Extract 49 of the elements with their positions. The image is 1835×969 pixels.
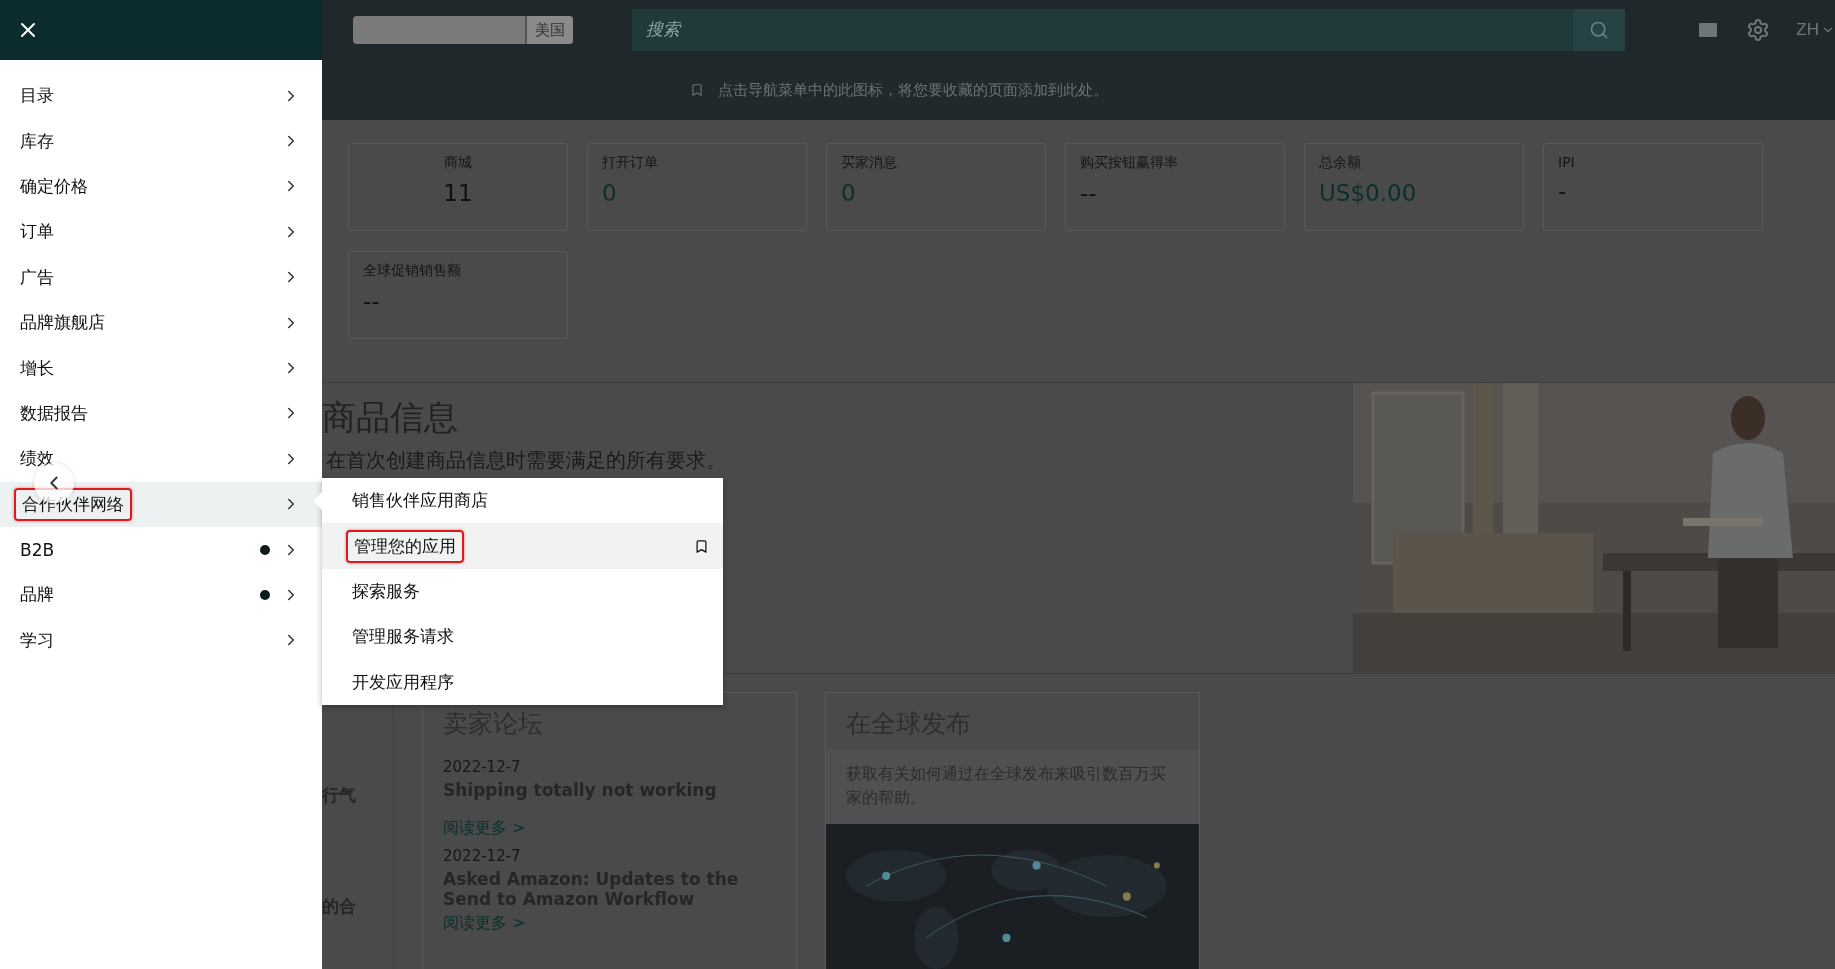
menu-label: 确定价格 <box>19 174 89 198</box>
search-field[interactable]: 搜索 <box>632 9 1573 51</box>
menu-item[interactable]: 订单 <box>0 209 322 255</box>
menu-label: 品牌 <box>19 583 55 607</box>
menu-item[interactable]: B2B <box>0 526 322 573</box>
menu-item[interactable]: 品牌 <box>0 572 322 618</box>
submenu-item[interactable]: 开发应用程序 <box>322 659 723 705</box>
menu-item[interactable]: 库存 <box>0 118 322 164</box>
menu-item[interactable]: 数据报告 <box>0 390 322 437</box>
menu-label: B2B <box>19 538 56 562</box>
menu-label: 库存 <box>19 129 55 153</box>
search-icon <box>1589 20 1609 40</box>
menu-label: 数据报告 <box>19 401 89 425</box>
submenu-label: 开发应用程序 <box>351 670 455 694</box>
menu-item[interactable]: 确定价格 <box>0 163 322 210</box>
settings-icon[interactable] <box>1746 18 1771 42</box>
bookmark-icon[interactable] <box>694 538 709 554</box>
metric-value: -- <box>363 288 380 314</box>
marketplace-select[interactable]: 美国 <box>353 16 573 44</box>
menu-label: 目录 <box>19 84 55 108</box>
highlighted-label: 管理您的应用 <box>346 529 464 563</box>
menu-label: 学习 <box>19 628 55 652</box>
banner-text: 点击导航菜单中的此图标，将您要收藏的页面添加到此处。 <box>718 80 1108 100</box>
menu-label: 广告 <box>19 265 55 289</box>
menu-item[interactable]: 增长 <box>0 345 322 391</box>
menu-label: 订单 <box>19 220 55 244</box>
metric-value: 11 <box>443 180 473 206</box>
metric-value: -- <box>1080 180 1097 206</box>
metric-value: - <box>1558 178 1567 204</box>
submenu-item[interactable]: 管理服务请求 <box>322 614 723 660</box>
menu-item[interactable]: 绩效 <box>0 436 322 482</box>
menu-item[interactable]: 合作伙伴网络 <box>0 481 322 527</box>
menu-label: 品牌旗舰店 <box>19 311 106 335</box>
submenu-item[interactable]: 销售伙伴应用商店 <box>322 478 723 524</box>
metric-value: 0 <box>841 180 856 206</box>
menu-item[interactable]: 目录 <box>0 73 322 119</box>
metric-value: 0 <box>602 180 617 206</box>
menu-item[interactable]: 品牌旗舰店 <box>0 299 322 346</box>
submenu-label: 探索服务 <box>351 579 421 603</box>
submenu-item[interactable]: 探索服务 <box>322 568 723 615</box>
menu-item[interactable]: 广告 <box>0 254 322 300</box>
bookmark-icon <box>690 83 704 97</box>
metric-value: US$0.00 <box>1319 180 1417 206</box>
menu-label: 增长 <box>19 356 55 380</box>
menu-item[interactable]: 学习 <box>0 617 322 664</box>
submenu-label: 管理服务请求 <box>351 625 455 649</box>
submenu-item[interactable]: 管理您的应用 <box>322 523 723 569</box>
submenu-label: 销售伙伴应用商店 <box>351 489 489 513</box>
menu-label: 绩效 <box>19 447 55 471</box>
